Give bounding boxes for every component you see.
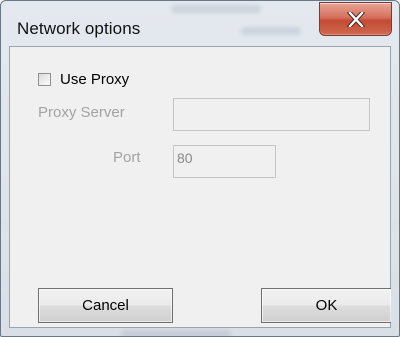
ok-button[interactable]: OK — [261, 288, 391, 323]
use-proxy-checkbox[interactable] — [38, 72, 51, 86]
proxy-server-field — [173, 98, 370, 131]
network-options-dialog: Network options Use Proxy Proxy Server P… — [0, 0, 400, 337]
port-field: 80 — [173, 145, 276, 178]
use-proxy-option[interactable]: Use Proxy — [38, 69, 129, 89]
title-bar[interactable]: Network options — [1, 1, 399, 47]
glass-reflection — [121, 330, 231, 336]
use-proxy-label: Use Proxy — [60, 70, 130, 88]
port-label: Port — [113, 149, 141, 166]
dialog-body: Use Proxy Proxy Server Port 80 Cancel OK — [9, 46, 391, 328]
dialog-title: Network options — [17, 19, 141, 38]
proxy-server-label: Proxy Server — [38, 104, 125, 121]
close-button[interactable] — [319, 2, 392, 36]
close-x-icon — [347, 12, 365, 27]
cancel-button[interactable]: Cancel — [38, 288, 173, 323]
